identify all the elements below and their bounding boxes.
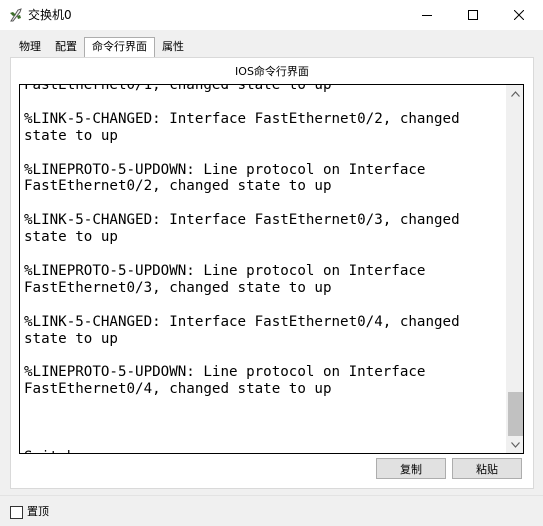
terminal-output[interactable]: FastEthernet0/1, changed state to up %LI… xyxy=(24,84,506,453)
cli-tab-content: IOS命令行界面 FastEthernet0/1, changed state … xyxy=(10,57,534,489)
terminal-line: state to up xyxy=(24,229,118,246)
terminal-line: state to up xyxy=(24,127,118,144)
tab-config[interactable]: 配置 xyxy=(48,38,84,57)
scroll-thumb[interactable] xyxy=(508,392,523,436)
maximize-button[interactable] xyxy=(450,0,496,30)
terminal-line: FastEthernet0/3, changed state to up xyxy=(24,279,332,296)
terminal-line: %LINEPROTO-5-UPDOWN: Line protocol on In… xyxy=(24,364,426,381)
section-title: IOS命令行界面 xyxy=(235,65,309,78)
cli-terminal[interactable]: FastEthernet0/1, changed state to up %LI… xyxy=(19,84,524,454)
window-title: 交换机0 xyxy=(28,8,72,22)
tab-bar: 物理 配置 命令行界面 属性 xyxy=(12,37,191,58)
tab-attributes[interactable]: 属性 xyxy=(155,38,191,57)
terminal-line: Switch> xyxy=(24,449,506,453)
tab-cli[interactable]: 命令行界面 xyxy=(84,37,155,58)
scroll-up-button[interactable] xyxy=(507,85,523,102)
copy-button[interactable]: 复制 xyxy=(376,458,446,479)
terminal-line: %LINK-5-CHANGED: Interface FastEthernet0… xyxy=(24,212,460,229)
close-icon xyxy=(514,10,524,20)
terminal-line: %LINEPROTO-5-UPDOWN: Line protocol on In… xyxy=(24,161,426,178)
terminal-line: FastEthernet0/1, changed state to up xyxy=(24,84,332,93)
maximize-icon xyxy=(468,10,478,20)
tab-physical[interactable]: 物理 xyxy=(12,38,48,57)
scroll-down-button[interactable] xyxy=(507,436,523,453)
terminal-line: state to up xyxy=(24,330,118,347)
terminal-line: %LINEPROTO-5-UPDOWN: Line protocol on In… xyxy=(24,262,426,279)
paste-button[interactable]: 粘贴 xyxy=(452,458,522,479)
topmost-label: 置顶 xyxy=(27,505,49,518)
main-panel: 物理 配置 命令行界面 属性 IOS命令行界面 FastEthernet0/1,… xyxy=(0,30,543,495)
terminal-line: FastEthernet0/4, changed state to up xyxy=(24,381,332,398)
terminal-scrollbar[interactable] xyxy=(506,85,523,453)
chevron-up-icon xyxy=(511,90,520,97)
title-bar: 交换机0 xyxy=(0,0,543,30)
topmost-checkbox[interactable] xyxy=(10,506,23,519)
minimize-button[interactable] xyxy=(404,0,450,30)
close-button[interactable] xyxy=(496,0,542,30)
bottom-bar: 置顶 xyxy=(0,495,543,526)
chevron-down-icon xyxy=(511,441,520,448)
terminal-line: %LINK-5-CHANGED: Interface FastEthernet0… xyxy=(24,313,460,330)
switch-feather-icon xyxy=(8,7,24,23)
terminal-line: FastEthernet0/2, changed state to up xyxy=(24,178,332,195)
minimize-icon xyxy=(422,15,432,16)
terminal-line: %LINK-5-CHANGED: Interface FastEthernet0… xyxy=(24,110,460,127)
